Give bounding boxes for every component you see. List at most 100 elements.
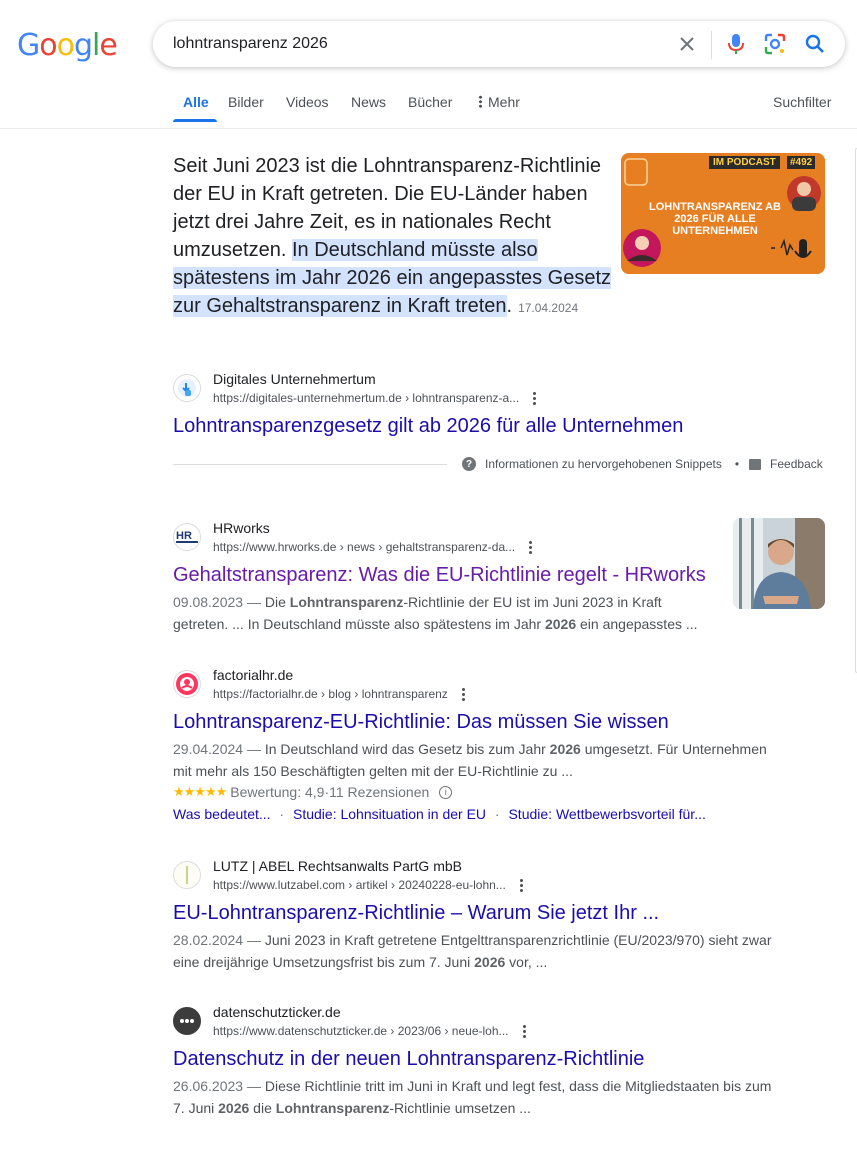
- site-url[interactable]: https://www.datenschutzticker.de › 2023/…: [213, 1024, 509, 1038]
- sitelink-separator: ·: [491, 806, 504, 822]
- rating-row: ★★★★★ Bewertung: 4,9 · 11 Rezensionen i: [173, 784, 453, 800]
- desc-text: Die: [264, 594, 290, 610]
- tab-mehr-label: Mehr: [488, 94, 520, 110]
- desc-text: In Deutschland wird das Gesetz bis zum J…: [264, 741, 550, 757]
- sitelink[interactable]: Was bedeutet...: [173, 806, 271, 822]
- site-url[interactable]: https://www.hrworks.de › news › gehaltst…: [213, 540, 515, 554]
- site-name[interactable]: factorialhr.de: [213, 667, 293, 683]
- digitales-unternehmertum-favicon: [173, 374, 201, 402]
- result-title-link[interactable]: Lohntransparenzgesetz gilt ab 2026 für a…: [173, 415, 683, 438]
- logo-letter: e: [99, 28, 117, 63]
- desc-bold: 2026: [218, 1100, 250, 1116]
- result-title-link[interactable]: EU-Lohntransparenz-Richtlinie – Warum Si…: [173, 902, 659, 925]
- search-divider: [711, 31, 712, 59]
- tab-alle[interactable]: Alle: [183, 94, 209, 110]
- microphone-icon[interactable]: [724, 32, 748, 56]
- result-title-link[interactable]: Gehaltstransparenz: Was die EU-Richtlini…: [173, 564, 706, 587]
- rating-stars: ★★★★★: [173, 784, 227, 799]
- desc-text: -Richtlinie umsetzen ...: [389, 1100, 531, 1116]
- result-date: 28.02.2024: [173, 932, 244, 948]
- rating-label: Bewertung: 4,9: [230, 784, 325, 800]
- logo-letter: G: [17, 28, 40, 63]
- desc-text: vor, ...: [505, 954, 548, 970]
- more-options-icon[interactable]: [529, 391, 539, 407]
- more-vert-icon: [479, 95, 482, 108]
- more-options-icon[interactable]: [519, 1024, 529, 1040]
- date-separator: —: [243, 741, 265, 757]
- site-name[interactable]: HRworks: [213, 520, 270, 536]
- lens-icon[interactable]: [763, 32, 787, 56]
- feedback-link[interactable]: Feedback: [770, 457, 823, 471]
- snippet-date: 17.04.2024: [518, 301, 579, 315]
- clear-icon[interactable]: [675, 32, 699, 56]
- desc-bold: 2026: [474, 954, 506, 970]
- site-name[interactable]: LUTZ | ABEL Rechtsanwalts PartG mbB: [213, 858, 462, 874]
- site-url[interactable]: https://digitales-unternehmertum.de › lo…: [213, 391, 519, 405]
- help-icon: ?: [462, 457, 476, 471]
- feedback-icon: [749, 458, 762, 470]
- sitelink[interactable]: Studie: Wettbewerbsvorteil für...: [508, 806, 705, 822]
- result-thumbnail[interactable]: [733, 518, 825, 609]
- podcast-title: LOHNTRANSPARENZ AB 2026 FÜR ALLE UNTERNE…: [649, 201, 781, 237]
- tab-videos[interactable]: Videos: [286, 94, 329, 110]
- desc-bold: 2026: [549, 741, 581, 757]
- active-tab-indicator: [173, 119, 217, 122]
- result-date: 09.08.2023: [173, 594, 244, 610]
- sitelink-separator: ·: [275, 806, 288, 822]
- desc-text: die: [249, 1100, 276, 1116]
- result-date: 29.04.2024: [173, 741, 244, 757]
- result-description: 09.08.2023 — Die Lohntransparenz-Richtli…: [173, 591, 713, 635]
- svg-text:HR: HR: [176, 530, 192, 542]
- podcast-number: #492: [787, 156, 816, 169]
- search-icon[interactable]: [803, 32, 827, 56]
- podcast-badge: IM PODCAST: [709, 156, 780, 169]
- date-separator: —: [243, 594, 265, 610]
- snippet-info-link[interactable]: Informationen zu hervorgehobenen Snippet…: [485, 457, 722, 471]
- info-icon[interactable]: i: [439, 785, 453, 799]
- man-photo-thumbnail: [733, 518, 825, 609]
- more-options-icon[interactable]: [516, 878, 526, 894]
- rating-count: 11 Rezensionen: [329, 784, 430, 800]
- search-input[interactable]: [173, 33, 653, 55]
- featured-snippet-image[interactable]: IM PODCAST #492 LOHNTRANSPARENZ AB 2026 …: [621, 153, 825, 274]
- tab-mehr[interactable]: Mehr: [479, 94, 520, 110]
- header-divider: [0, 128, 857, 129]
- google-logo[interactable]: Google: [17, 28, 118, 63]
- sitelink[interactable]: Studie: Lohnsituation in der EU: [293, 806, 486, 822]
- site-url[interactable]: https://factorialhr.de › blog › lohntran…: [213, 687, 448, 701]
- hrworks-favicon: HR: [173, 523, 201, 551]
- snippet-end-text: .: [506, 295, 513, 317]
- tab-news[interactable]: News: [351, 94, 386, 110]
- desc-bold: 2026: [544, 616, 577, 632]
- result-description: 28.02.2024 — Juni 2023 in Kraft getreten…: [173, 929, 783, 973]
- sitelinks: Was bedeutet... · Studie: Lohnsituation …: [173, 806, 706, 822]
- date-separator: —: [243, 1078, 265, 1094]
- date-separator: —: [243, 932, 265, 948]
- site-name[interactable]: datenschutzticker.de: [213, 1004, 341, 1020]
- logo-letter: o: [39, 28, 57, 63]
- desc-bold: Lohntransparenz: [289, 594, 404, 610]
- info-bullet: •: [734, 457, 740, 471]
- desc-text: ein angepasstes ...: [576, 616, 698, 632]
- featured-snippet-text: Seit Juni 2023 ist die Lohntransparenz-R…: [173, 152, 613, 322]
- more-options-icon[interactable]: [458, 687, 468, 703]
- result-description: 29.04.2024 — In Deutschland wird das Ges…: [173, 738, 783, 782]
- result-title-link[interactable]: Datenschutz in der neuen Lohntransparenz…: [173, 1048, 644, 1071]
- snippet-divider: [173, 464, 447, 465]
- result-date: 26.06.2023: [173, 1078, 244, 1094]
- logo-letter: o: [56, 28, 75, 63]
- factorialhr-favicon: [173, 670, 201, 698]
- lutzabel-favicon: [173, 861, 201, 889]
- search-box: [153, 21, 845, 67]
- more-options-icon[interactable]: [525, 540, 535, 556]
- logo-letter: g: [73, 28, 93, 63]
- tab-buecher[interactable]: Bücher: [408, 94, 452, 110]
- site-name[interactable]: Digitales Unternehmertum: [213, 371, 376, 387]
- snippet-info-bar: ? Informationen zu hervorgehobenen Snipp…: [462, 457, 823, 471]
- result-description: 26.06.2023 — Diese Richtlinie tritt im J…: [173, 1075, 783, 1119]
- tab-bilder[interactable]: Bilder: [228, 94, 264, 110]
- site-url[interactable]: https://www.lutzabel.com › artikel › 202…: [213, 878, 506, 892]
- datenschutzticker-favicon: [173, 1007, 201, 1035]
- result-title-link[interactable]: Lohntransparenz-EU-Richtlinie: Das müsse…: [173, 711, 669, 734]
- suchfilter-button[interactable]: Suchfilter: [773, 94, 831, 110]
